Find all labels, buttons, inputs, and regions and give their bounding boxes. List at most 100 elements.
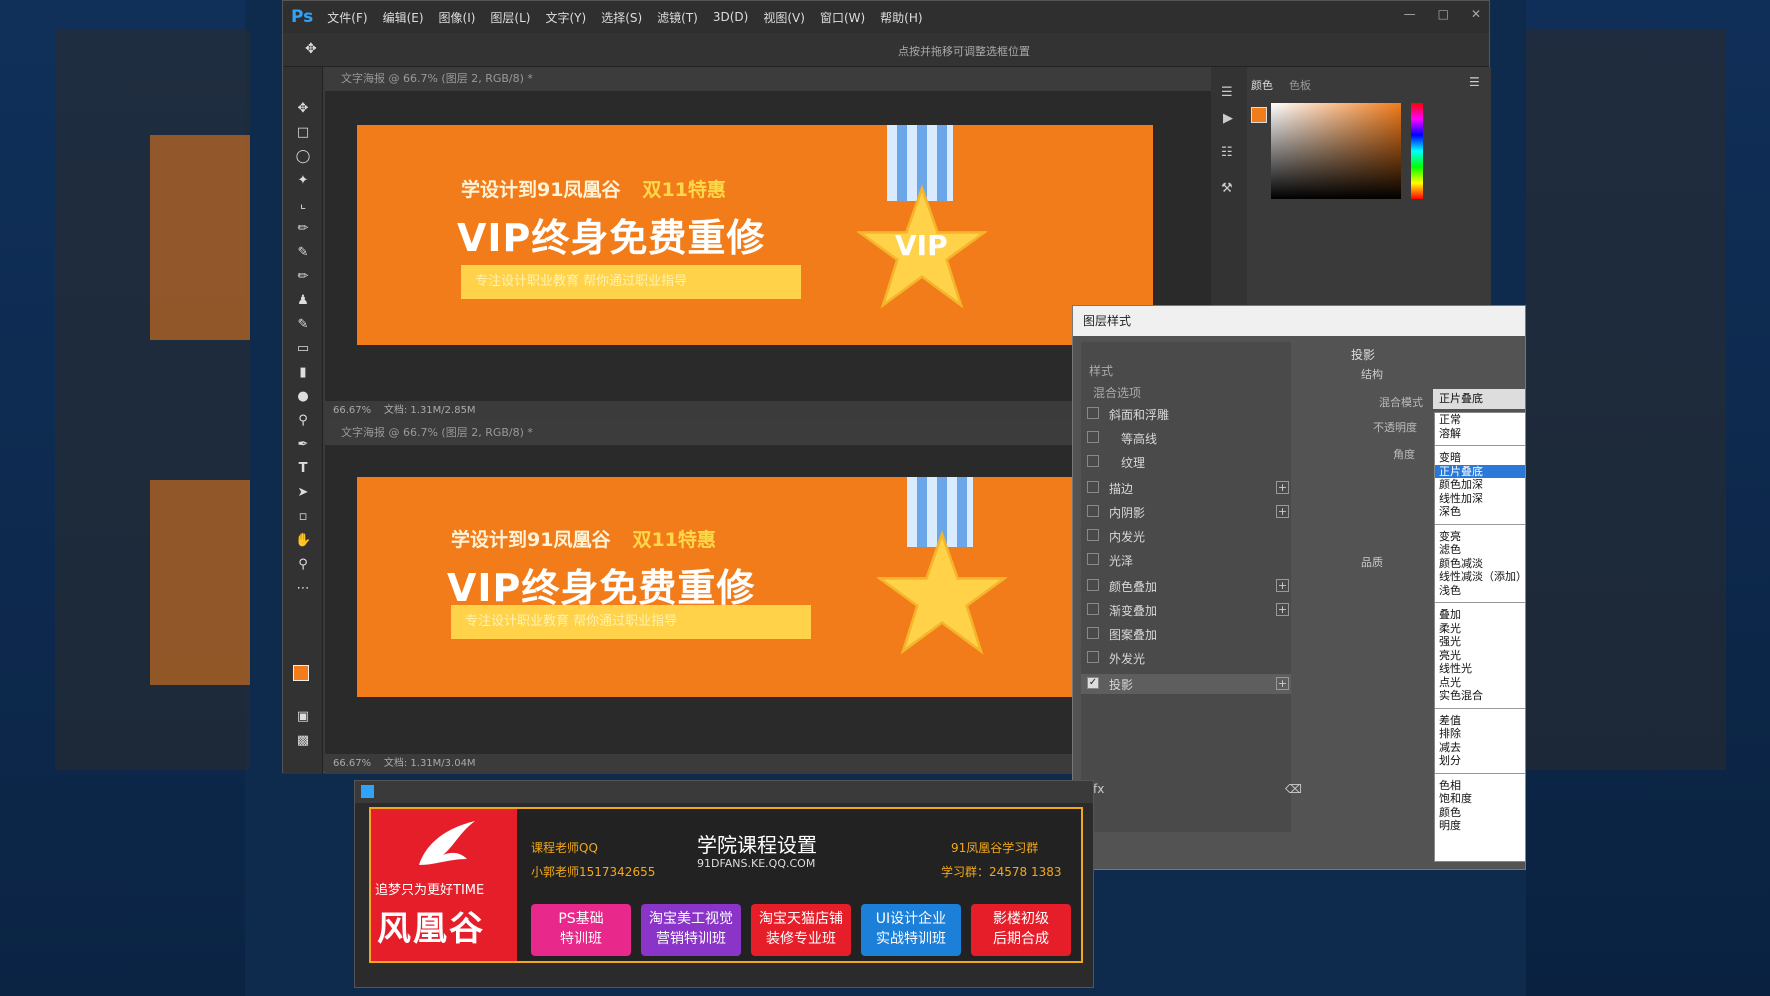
dodge-tool-icon[interactable]: ⚲ [295, 413, 311, 429]
document-tab[interactable]: 文字海报 @ 66.7% (图层 2, RGB/8) * [325, 67, 1211, 91]
style-item[interactable]: 图案叠加 [1081, 624, 1291, 644]
add-style-icon[interactable]: + [1276, 505, 1289, 518]
blend-mode-option[interactable]: 正常 [1435, 413, 1525, 427]
magic-wand-icon[interactable]: ✦ [295, 173, 311, 189]
move-tool-icon[interactable]: ✥ [295, 101, 311, 117]
blend-mode-option[interactable]: 变亮 [1435, 530, 1525, 544]
style-checkbox[interactable] [1087, 651, 1099, 663]
blend-mode-option[interactable]: 亮光 [1435, 649, 1525, 663]
style-item[interactable]: 渐变叠加 + [1081, 600, 1291, 620]
styles-heading[interactable]: 样式 [1089, 362, 1113, 379]
style-checkbox[interactable] [1087, 481, 1099, 493]
style-item[interactable]: 外发光 [1081, 648, 1291, 668]
pen-tool-icon[interactable]: ✒ [295, 437, 311, 453]
course-button[interactable]: 淘宝美工视觉 营销特训班 [641, 904, 741, 956]
blend-mode-option[interactable]: 减去 [1435, 741, 1525, 755]
shape-tool-icon[interactable]: ▫ [295, 509, 311, 525]
blend-mode-option[interactable]: 颜色加深 [1435, 478, 1525, 492]
style-checkbox[interactable] [1087, 627, 1099, 639]
blend-mode-option[interactable]: 颜色 [1435, 806, 1525, 820]
blend-mode-option[interactable]: 变暗 [1435, 451, 1525, 465]
style-item[interactable]: 纹理 [1081, 452, 1291, 472]
menu-3d[interactable]: 3D(D) [713, 10, 748, 24]
blur-tool-icon[interactable]: ● [295, 389, 311, 405]
foreground-color-swatch[interactable] [293, 665, 309, 681]
style-checkbox[interactable] [1087, 407, 1099, 419]
style-item[interactable]: 斜面和浮雕 [1081, 404, 1291, 424]
blend-mode-option[interactable]: 差值 [1435, 714, 1525, 728]
style-item[interactable]: 颜色叠加 + [1081, 576, 1291, 596]
blend-mode-option[interactable]: 明度 [1435, 819, 1525, 833]
style-checkbox[interactable] [1087, 455, 1099, 467]
blend-mode-option[interactable]: 叠加 [1435, 608, 1525, 622]
blend-mode-option[interactable]: 深色 [1435, 505, 1525, 519]
fg-color-chip[interactable] [1251, 107, 1267, 123]
hue-slider[interactable] [1411, 103, 1423, 199]
maximize-icon[interactable]: □ [1438, 7, 1449, 21]
quick-mask-icon[interactable]: ▣ [295, 709, 311, 725]
blend-mode-option[interactable]: 浅色 [1435, 584, 1525, 598]
blend-mode-select[interactable]: 正片叠底 [1433, 389, 1525, 409]
menu-select[interactable]: 选择(S) [601, 9, 642, 26]
blend-mode-option[interactable]: 柔光 [1435, 622, 1525, 636]
blend-mode-option[interactable]: 强光 [1435, 635, 1525, 649]
menu-filter[interactable]: 滤镜(T) [657, 9, 698, 26]
minimize-icon[interactable]: — [1404, 7, 1416, 21]
zoom-tool-icon[interactable]: ⚲ [295, 557, 311, 573]
stamp-tool-icon[interactable]: ♟ [295, 293, 311, 309]
menu-help[interactable]: 帮助(H) [880, 9, 922, 26]
course-button[interactable]: 淘宝天猫店铺 装修专业班 [751, 904, 851, 956]
style-checkbox[interactable] [1087, 579, 1099, 591]
blend-mode-option[interactable]: 线性加深 [1435, 492, 1525, 506]
brush-tool-icon[interactable]: ✏ [295, 269, 311, 285]
style-item[interactable]: 光泽 [1081, 550, 1291, 570]
screen-mode-icon[interactable]: ▩ [295, 733, 311, 749]
history-brush-icon[interactable]: ✎ [295, 317, 311, 333]
blend-mode-option[interactable]: 饱和度 [1435, 792, 1525, 806]
healing-brush-icon[interactable]: ✎ [295, 245, 311, 261]
blend-mode-option[interactable]: 排除 [1435, 727, 1525, 741]
hand-tool-icon[interactable]: ✋ [295, 533, 311, 549]
course-button[interactable]: UI设计企业 实战特训班 [861, 904, 961, 956]
color-field[interactable] [1271, 103, 1401, 199]
menu-window[interactable]: 窗口(W) [820, 9, 865, 26]
move-tool-icon[interactable]: ✥ [305, 41, 317, 57]
blend-mode-option[interactable]: 线性光 [1435, 662, 1525, 676]
blend-options-item[interactable]: 混合选项 [1093, 384, 1141, 401]
blend-mode-option[interactable]: 滤色 [1435, 543, 1525, 557]
play-icon[interactable]: ▶ [1223, 111, 1233, 126]
style-checkbox[interactable] [1087, 603, 1099, 615]
style-item[interactable]: 内发光 [1081, 526, 1291, 546]
menu-layer[interactable]: 图层(L) [490, 9, 530, 26]
type-tool-icon[interactable]: T [295, 461, 311, 477]
blend-mode-option[interactable]: 划分 [1435, 754, 1525, 768]
panel-menu-icon[interactable]: ☰ [1469, 75, 1480, 89]
lasso-tool-icon[interactable]: ◯ [295, 149, 311, 165]
style-item[interactable]: ✓ 投影 + [1081, 674, 1291, 694]
swatches-tab[interactable]: 色板 [1289, 77, 1311, 93]
properties-icon[interactable]: ☷ [1221, 145, 1233, 160]
style-checkbox[interactable] [1087, 505, 1099, 517]
style-checkbox[interactable] [1087, 529, 1099, 541]
crop-tool-icon[interactable]: ⌞ [295, 197, 311, 213]
color-tab[interactable]: 颜色 [1251, 77, 1273, 93]
tool-preset-icon[interactable]: ⚒ [1221, 181, 1233, 196]
style-item[interactable]: 等高线 [1081, 428, 1291, 448]
menu-image[interactable]: 图像(I) [439, 9, 476, 26]
eyedropper-icon[interactable]: ✏ [295, 221, 311, 237]
style-checkbox[interactable] [1087, 553, 1099, 565]
marquee-tool-icon[interactable]: □ [295, 125, 311, 141]
blend-mode-option[interactable]: 点光 [1435, 676, 1525, 690]
path-select-icon[interactable]: ➤ [295, 485, 311, 501]
eraser-icon[interactable]: ▭ [295, 341, 311, 357]
menu-file[interactable]: 文件(F) [327, 9, 367, 26]
blend-mode-option[interactable]: 正片叠底 [1435, 464, 1525, 478]
menu-type[interactable]: 文字(Y) [545, 9, 586, 26]
close-icon[interactable]: ✕ [1471, 7, 1481, 21]
add-style-icon[interactable]: + [1276, 677, 1289, 690]
menu-view[interactable]: 视图(V) [763, 9, 805, 26]
history-icon[interactable]: ☰ [1221, 85, 1233, 100]
fx-icon[interactable]: fx [1093, 782, 1104, 796]
add-style-icon[interactable]: + [1276, 603, 1289, 616]
blend-mode-option[interactable]: 颜色减淡 [1435, 557, 1525, 571]
